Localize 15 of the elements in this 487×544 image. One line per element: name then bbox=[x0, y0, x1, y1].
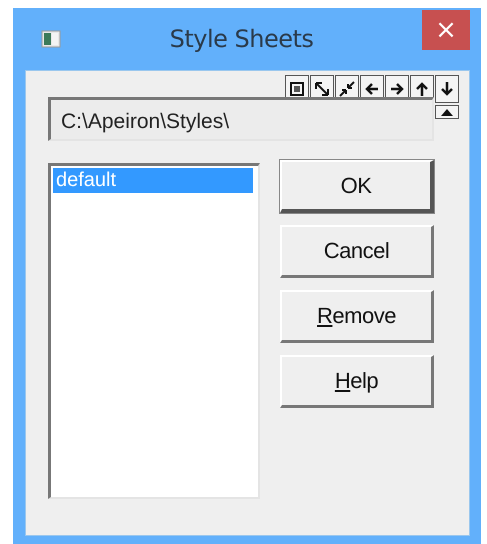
window-title: Style Sheets bbox=[168, 25, 314, 53]
expand-icon bbox=[313, 80, 331, 98]
app-icon bbox=[41, 29, 61, 49]
dialog-button[interactable]: Cancel bbox=[280, 225, 434, 278]
dialog-button[interactable]: OK bbox=[280, 160, 434, 213]
arrow-down-button[interactable] bbox=[435, 75, 459, 103]
close-button[interactable]: × bbox=[422, 10, 470, 50]
dialog-button[interactable]: Remove bbox=[280, 290, 434, 343]
shrink-icon bbox=[338, 80, 356, 98]
triangle-up-icon bbox=[440, 108, 454, 116]
path-field[interactable]: C:\Apeiron\Styles\ bbox=[48, 97, 434, 141]
dialog-button[interactable]: Help bbox=[280, 355, 434, 408]
frame-icon bbox=[288, 80, 306, 98]
scroll-up-button[interactable] bbox=[435, 105, 459, 119]
arrow-down-icon bbox=[438, 80, 456, 98]
